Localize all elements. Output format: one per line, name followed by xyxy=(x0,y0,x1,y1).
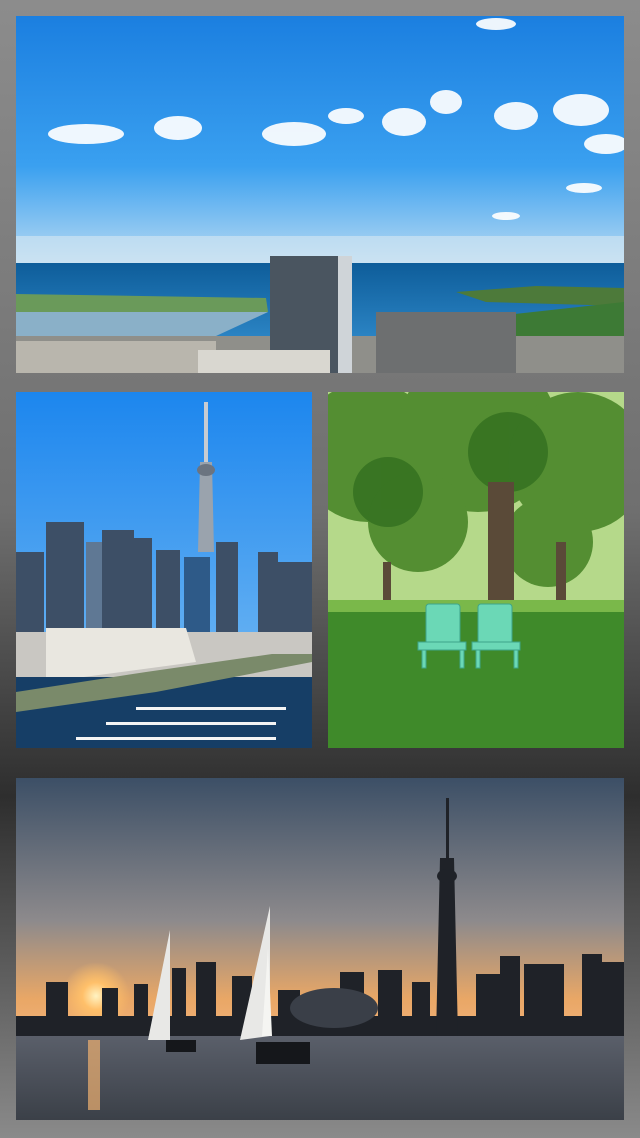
photo-skyline-harbour xyxy=(16,392,312,748)
photo-sunset-sailboats xyxy=(16,778,624,1120)
photo-lakefront-aerial xyxy=(16,16,624,373)
photo-park-chairs xyxy=(328,392,624,748)
